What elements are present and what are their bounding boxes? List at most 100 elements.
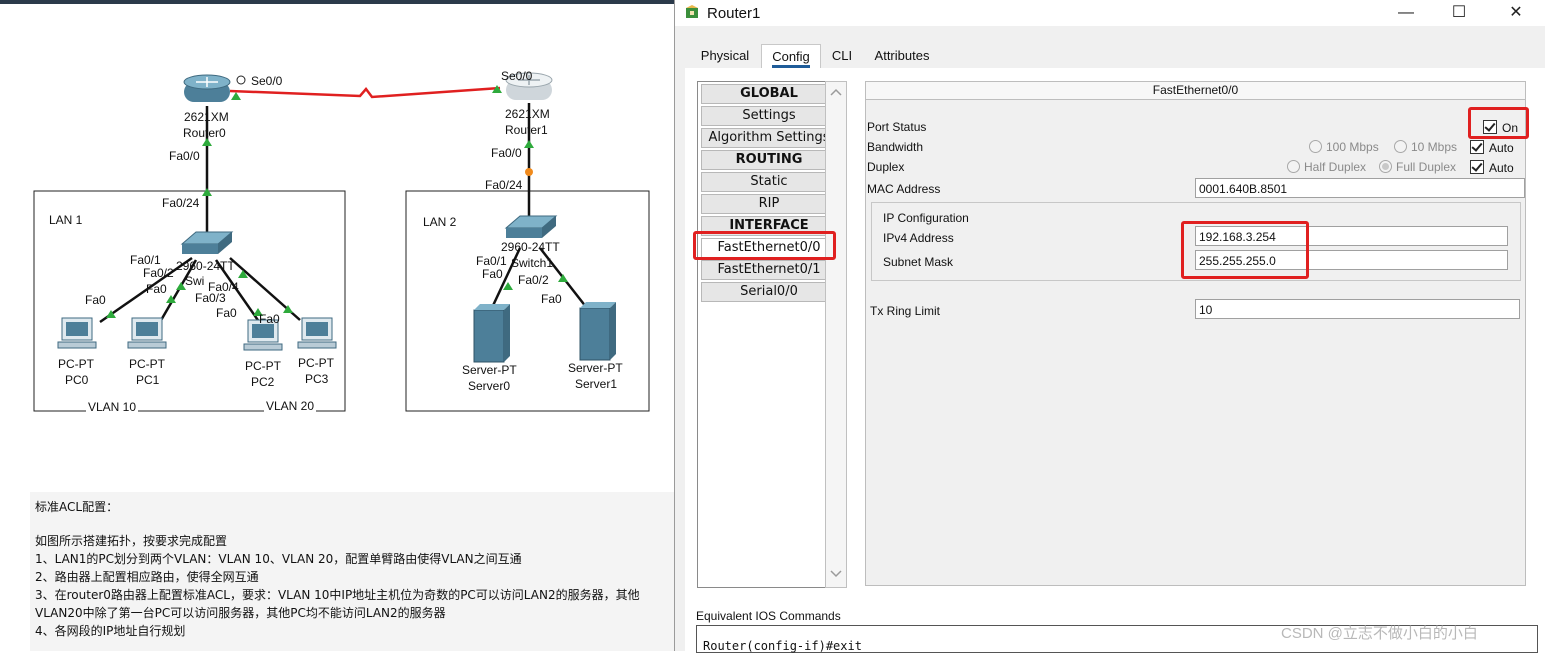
nav-fastethernet0-1[interactable]: FastEthernet0/1	[701, 260, 837, 280]
pc0-name: PC0	[65, 373, 89, 387]
radio-icon	[1287, 160, 1300, 173]
interface-title: FastEthernet0/0	[866, 82, 1525, 100]
nav-static[interactable]: Static	[701, 172, 837, 192]
pc1-type: PC-PT	[129, 357, 165, 371]
pc3-name: PC3	[305, 372, 329, 386]
config-nav: GLOBAL Settings Algorithm Settings ROUTI…	[697, 81, 837, 588]
ip-configuration-label: IP Configuration	[883, 211, 969, 225]
nav-settings[interactable]: Settings	[701, 106, 837, 126]
interface-panel: FastEthernet0/0 Port Status On Bandwidth…	[865, 81, 1526, 586]
tab-cli[interactable]: CLI	[827, 44, 857, 68]
duplex-label: Duplex	[867, 160, 905, 174]
router1-name: Router1	[505, 123, 548, 137]
lan2-label: LAN 2	[423, 215, 457, 229]
watermark: CSDN @立志不做小白的小白	[1281, 625, 1478, 642]
notes-line: 1、LAN1的PC划分到两个VLAN：VLAN 10、VLAN 20，配置单臂路…	[35, 552, 522, 566]
scroll-up-arrow	[830, 88, 842, 96]
notes-line: 3、在router0路由器上配置标准ACL，要求：VLAN 10中IP地址主机位…	[35, 588, 640, 602]
se00-r0-label: Se0/0	[251, 74, 283, 88]
pc1-fa0-label: Fa0	[146, 282, 167, 296]
se00-r1-label: Se0/0	[501, 69, 533, 83]
radio-icon	[1309, 140, 1322, 153]
notes-line: 2、路由器上配置相应路由，使得全网互通	[35, 570, 259, 584]
pc3-fa0-label: Fa0	[259, 312, 280, 326]
link-orange-marker	[525, 168, 533, 176]
full-duplex-radio[interactable]: Full Duplex	[1379, 160, 1456, 174]
switch0-model: 2960-24TT	[176, 259, 235, 273]
nav-algorithm-settings[interactable]: Algorithm Settings	[701, 128, 837, 148]
check-icon	[1470, 160, 1484, 174]
router0-icon	[183, 74, 231, 102]
router0-model: 2621XM	[184, 110, 229, 124]
server0-type: Server-PT	[462, 363, 517, 377]
tab-label: Physical	[700, 48, 750, 63]
server1-fa0-label: Fa0	[541, 292, 562, 306]
pc0-fa0-label: Fa0	[85, 293, 106, 307]
tab-physical[interactable]: Physical	[694, 44, 756, 68]
minimize-button[interactable]: —	[1383, 0, 1429, 26]
topology-workspace[interactable]: Se0/0 Se0/0 2621XM Router0 2621XM Router…	[0, 0, 674, 651]
bandwidth-auto-checkbox[interactable]: Auto	[1470, 140, 1514, 155]
server1-type: Server-PT	[568, 361, 623, 375]
notes-line: VLAN20中除了第一台PC可以访问服务器，其他PC均不能访问LAN2的服务器	[35, 606, 446, 620]
pc3-type: PC-PT	[298, 356, 334, 370]
tx-ring-limit-field[interactable]: 10	[1195, 299, 1520, 319]
nav-rip[interactable]: RIP	[701, 194, 837, 214]
switch0-fa04-label: Fa0/4	[208, 280, 239, 294]
pc0-icon	[57, 317, 97, 349]
highlight-box	[1181, 221, 1309, 279]
switch0-fa02-label: Fa0/2	[143, 266, 174, 280]
maximize-button[interactable]: ☐	[1436, 0, 1482, 26]
duplex-auto-checkbox[interactable]: Auto	[1470, 160, 1514, 175]
subnet-mask-label: Subnet Mask	[883, 255, 954, 269]
bandwidth-100-radio[interactable]: 100 Mbps	[1309, 140, 1379, 154]
tab-label: Attributes	[874, 48, 930, 63]
highlight-box	[693, 231, 836, 260]
router1-model: 2621XM	[505, 107, 550, 121]
bandwidth-10-radio[interactable]: 10 Mbps	[1394, 140, 1457, 154]
router1-window[interactable]: Router1 — ☐ ✕ Physical Config CLI Attrib…	[674, 0, 1545, 653]
vlan20-label: VLAN 20	[264, 399, 317, 413]
notes-title: 标准ACL配置：	[35, 500, 119, 514]
switch0-fa024-label: Fa0/24	[162, 196, 200, 210]
half-duplex-label: Half Duplex	[1304, 160, 1367, 174]
switch0-icon	[180, 231, 234, 254]
window-title: Router1	[707, 5, 761, 22]
lan1-label: LAN 1	[49, 213, 83, 227]
nav-scrollbar[interactable]	[825, 81, 847, 588]
server0-icon	[473, 304, 510, 363]
radio-icon	[1394, 140, 1407, 153]
switch1-fa02-label: Fa0/2	[518, 273, 549, 287]
nav-global-header: GLOBAL	[701, 84, 837, 104]
notes-line: 如图所示搭建拓扑，按要求完成配置	[35, 534, 228, 548]
task-notes: 标准ACL配置： 如图所示搭建拓扑，按要求完成配置 1、LAN1的PC划分到两个…	[30, 492, 674, 651]
switch0-name: Swi	[185, 274, 205, 288]
radio-icon	[1379, 160, 1392, 173]
mac-address-field[interactable]: 0001.640B.8501	[1195, 178, 1525, 198]
server0-fa0-label: Fa0	[482, 267, 503, 281]
bandwidth-100-label: 100 Mbps	[1326, 140, 1379, 154]
link-up-marker	[231, 92, 241, 100]
tx-ring-limit-label: Tx Ring Limit	[870, 304, 941, 318]
config-pane: GLOBAL Settings Algorithm Settings ROUTI…	[685, 68, 1545, 651]
close-button[interactable]: ✕	[1493, 0, 1539, 26]
mac-address-label: MAC Address	[867, 182, 941, 196]
clock-icon	[236, 75, 246, 85]
server1-name: Server1	[575, 377, 618, 391]
switch0-fa01-label: Fa0/1	[130, 253, 161, 267]
switch1-fa024-label: Fa0/24	[485, 178, 523, 192]
tab-label: CLI	[831, 48, 853, 63]
link-up-marker	[558, 274, 568, 282]
highlight-box	[1468, 107, 1529, 139]
window-titlebar[interactable]: Router1 — ☐ ✕	[675, 0, 1545, 26]
tab-label: Config	[772, 49, 810, 68]
nav-serial0-0[interactable]: Serial0/0	[701, 282, 837, 302]
half-duplex-radio[interactable]: Half Duplex	[1287, 160, 1366, 174]
tab-config[interactable]: Config	[761, 44, 821, 69]
tab-attributes[interactable]: Attributes	[870, 44, 934, 68]
check-icon	[1470, 140, 1484, 154]
serial-link	[229, 86, 501, 99]
packet-tracer-icon	[686, 5, 698, 18]
router0-fa00-label: Fa0/0	[169, 149, 200, 163]
scroll-arrows	[830, 88, 842, 578]
